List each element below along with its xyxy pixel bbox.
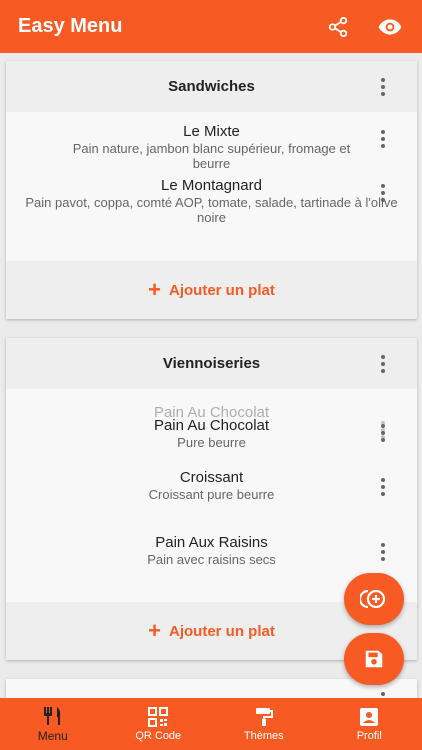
item-name: Pain Au Chocolat: [153, 417, 270, 434]
section-more-button[interactable]: [375, 352, 391, 376]
plus-icon: +: [148, 618, 162, 643]
item-name: Le Mixte: [183, 123, 240, 140]
add-section-fab[interactable]: [344, 573, 404, 625]
item-description: Pure beurre: [177, 435, 246, 450]
section-title: Viennoiseries: [162, 355, 261, 372]
item-more-button[interactable]: [375, 181, 391, 205]
save-fab[interactable]: [344, 633, 404, 685]
nav-profile[interactable]: Profil: [317, 698, 422, 750]
item-name: Le Montagnard: [161, 177, 262, 194]
nav-menu[interactable]: Menu: [0, 698, 106, 750]
section-header: Viennoiseries: [6, 338, 417, 389]
nav-themes-label: Thèmes: [243, 729, 284, 742]
add-section-icon: [360, 589, 386, 609]
add-dish-button[interactable]: + Ajouter un plat: [6, 261, 417, 319]
bottom-navigation: Menu QR Code Thèmes Profil: [0, 698, 422, 750]
section-header: Sandwiches: [6, 61, 417, 112]
app-title: Easy Menu: [18, 15, 123, 37]
item-description: Pain pavot, coppa, comté AOP, tomate, sa…: [25, 195, 398, 225]
app-bar: Easy Menu: [0, 0, 422, 53]
profile-icon: [360, 707, 379, 726]
section-card-next: [6, 679, 417, 698]
paint-roller-icon: [255, 707, 273, 726]
menu-item[interactable]: Le Mixte Pain nature, jambon blanc supér…: [6, 123, 417, 171]
nav-menu-label: Menu: [37, 728, 68, 743]
add-dish-label: Ajouter un plat: [169, 622, 275, 640]
section-title: Sandwiches: [168, 78, 255, 95]
share-button[interactable]: [318, 7, 358, 47]
item-more-button[interactable]: [375, 421, 391, 445]
nav-qr-code[interactable]: QR Code: [106, 698, 212, 750]
item-more-button[interactable]: [375, 127, 391, 151]
item-description: Pain avec raisins secs: [147, 552, 276, 567]
section-more-button[interactable]: [375, 75, 391, 99]
menu-item[interactable]: Le Montagnard Pain pavot, coppa, comté A…: [6, 177, 417, 225]
nav-themes[interactable]: Thèmes: [211, 698, 317, 750]
section-card-sandwiches: Sandwiches Le Mixte Pain nature, jambon …: [6, 61, 417, 319]
utensils-icon: [43, 706, 60, 725]
nav-qr-code-label: QR Code: [135, 729, 182, 742]
item-more-button[interactable]: [375, 540, 391, 564]
menu-item[interactable]: Pain Aux Raisins Pain avec raisins secs: [6, 534, 417, 567]
item-description: Croissant pure beurre: [148, 487, 275, 502]
share-icon: [328, 16, 348, 37]
menu-item[interactable]: Pain Au Chocolat Pure beurre: [6, 417, 417, 450]
eye-icon: [378, 18, 402, 35]
item-description: Pain nature, jambon blanc supérieur, fro…: [72, 141, 351, 171]
preview-button[interactable]: [370, 7, 410, 47]
item-name: Pain Aux Raisins: [155, 534, 268, 551]
nav-profile-label: Profil: [356, 729, 382, 742]
section-more-button[interactable]: [375, 689, 391, 698]
item-more-button[interactable]: [375, 475, 391, 499]
plus-icon: +: [148, 277, 162, 302]
save-icon: [365, 650, 383, 668]
menu-item[interactable]: Croissant Croissant pure beurre: [6, 469, 417, 502]
qr-code-icon: [148, 706, 169, 727]
item-name: Croissant: [179, 469, 244, 486]
add-dish-label: Ajouter un plat: [169, 281, 275, 299]
